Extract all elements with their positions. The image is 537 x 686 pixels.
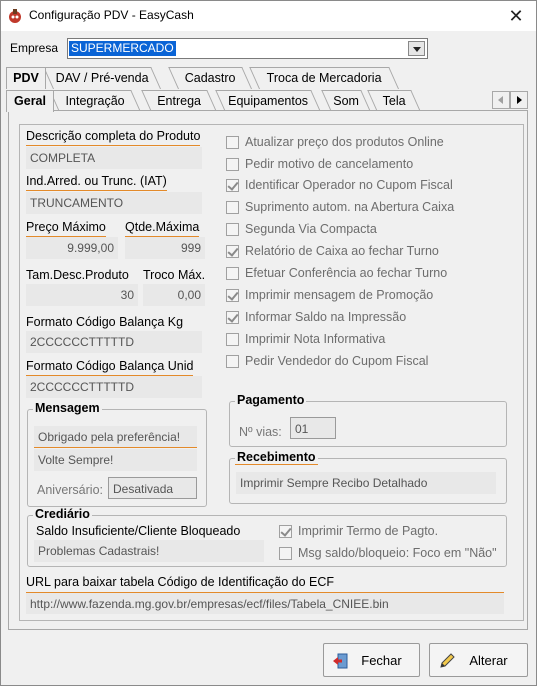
checkbox-icon (226, 223, 239, 236)
preco-max-field[interactable]: 9.999,00 (26, 237, 118, 259)
tab-tela[interactable]: Tela (367, 90, 421, 112)
title-bar: Configuração PDV - EasyCash ✕ (1, 1, 536, 31)
option-checkbox[interactable]: Pedir Vendedor do Cupom Fiscal (226, 354, 501, 370)
iat-label: Ind.Arred. ou Trunc. (IAT) (26, 174, 167, 191)
checkbox-icon (226, 267, 239, 280)
pagamento-group: Pagamento (229, 393, 507, 447)
preco-max-label: Preço Máximo (26, 220, 106, 237)
tab-scroll (492, 91, 528, 109)
config-window: Configuração PDV - EasyCash ✕ Empresa SU… (0, 0, 537, 686)
saldo-label: Saldo Insuficiente/Cliente Bloqueado (36, 524, 241, 541)
mensagem-line2[interactable]: Volte Sempre! (34, 449, 197, 471)
scroll-right-icon[interactable] (510, 91, 528, 109)
recebimento-field[interactable]: Imprimir Sempre Recibo Detalhado (236, 472, 496, 494)
tab-integracao[interactable]: Integração (49, 90, 141, 112)
chevron-down-icon[interactable] (408, 41, 425, 56)
tab-som[interactable]: Som (321, 90, 371, 112)
fmt-kg-field[interactable]: 2CCCCCCTTTTTD (26, 331, 202, 353)
tab-dav-pre-venda[interactable]: DAV / Pré-venda (43, 67, 161, 89)
fmt-unid-label: Formato Código Balança Unid (26, 359, 194, 376)
alterar-button[interactable]: Alterar (429, 643, 528, 677)
tam-desc-label: Tam.Desc.Produto (26, 268, 129, 285)
saldo-field[interactable]: Problemas Cadastrais! (34, 540, 264, 562)
fmt-kg-label: Formato Código Balança Kg (26, 315, 184, 332)
fechar-button[interactable]: Fechar (323, 643, 420, 677)
option-checkbox[interactable]: Pedir motivo de cancelamento (226, 157, 501, 173)
check-icon (226, 289, 239, 302)
crediario-title: Crediário (33, 507, 92, 521)
option-checkbox[interactable]: Imprimir mensagem de Promoção (226, 288, 501, 304)
pagamento-title: Pagamento (235, 393, 307, 407)
option-checkbox[interactable]: Imprimir Nota Informativa (226, 332, 501, 348)
aniversario-label: Aniversário: (37, 483, 103, 497)
fmt-unid-field[interactable]: 2CCCCCCTTTTTD (26, 376, 202, 398)
scroll-left-icon[interactable] (492, 91, 510, 109)
troco-max-label: Troco Máx. (143, 268, 206, 285)
check-icon (226, 311, 239, 324)
tab-troca-de-mercadoria[interactable]: Troca de Mercadoria (249, 67, 399, 89)
recebimento-title: Recebimento (235, 450, 318, 465)
option-checkbox[interactable]: Efetuar Conferência ao fechar Turno (226, 266, 501, 282)
msg-foco-checkbox[interactable]: Msg saldo/bloqueio: Foco em "Não" (279, 546, 504, 562)
checkbox-icon (226, 333, 239, 346)
checkbox-icon (226, 136, 239, 149)
tab-geral[interactable]: Geral (6, 90, 54, 112)
option-checkbox[interactable]: Atualizar preço dos produtos Online (226, 135, 501, 151)
url-field[interactable]: http://www.fazenda.mg.gov.br/empresas/ec… (26, 592, 504, 614)
check-icon (226, 245, 239, 258)
checkbox-icon (226, 158, 239, 171)
checkbox-icon (226, 355, 239, 368)
iat-field[interactable]: TRUNCAMENTO (26, 192, 202, 214)
mensagem-title: Mensagem (33, 401, 102, 415)
option-checkbox[interactable]: Segunda Via Compacta (226, 222, 501, 238)
termo-checkbox[interactable]: Imprimir Termo de Pagto. (279, 524, 479, 540)
option-checkbox[interactable]: Suprimento autom. na Abertura Caixa (226, 200, 501, 216)
option-checkbox[interactable]: Identificar Operador no Cupom Fiscal (226, 178, 501, 194)
descricao-field[interactable]: COMPLETA (26, 147, 202, 169)
vias-field[interactable]: 01 (290, 417, 336, 439)
window-title: Configuração PDV - EasyCash (29, 8, 194, 22)
tab-pdv[interactable]: PDV (6, 67, 46, 89)
tam-desc-field[interactable]: 30 (26, 284, 138, 306)
check-icon (226, 179, 239, 192)
vias-label: Nº vias: (239, 425, 282, 439)
option-checkbox[interactable]: Informar Saldo na Impressão (226, 310, 501, 326)
qtde-max-field[interactable]: 999 (125, 237, 205, 259)
tab-entrega[interactable]: Entrega (141, 90, 217, 112)
empresa-value: SUPERMERCADO (69, 41, 176, 56)
qtde-max-label: Qtde.Máxima (125, 220, 200, 237)
tab-cadastro[interactable]: Cadastro (168, 67, 252, 89)
tab-equipamentos[interactable]: Equipamentos (215, 90, 321, 112)
app-icon (9, 9, 21, 23)
url-label: URL para baixar tabela Código de Identif… (26, 575, 335, 589)
empresa-label: Empresa (10, 41, 59, 55)
option-checkbox[interactable]: Relatório de Caixa ao fechar Turno (226, 244, 501, 260)
checkbox-icon (226, 201, 239, 214)
checkbox-icon (279, 547, 292, 560)
descricao-label: Descrição completa do Produto (26, 129, 201, 146)
mensagem-line1[interactable]: Obrigado pela preferência! (34, 426, 197, 448)
empresa-select[interactable]: SUPERMERCADO (67, 38, 428, 59)
check-icon (279, 525, 292, 538)
close-icon[interactable]: ✕ (496, 1, 536, 31)
troco-max-field[interactable]: 0,00 (143, 284, 205, 306)
aniversario-field[interactable]: Desativada (108, 477, 197, 499)
